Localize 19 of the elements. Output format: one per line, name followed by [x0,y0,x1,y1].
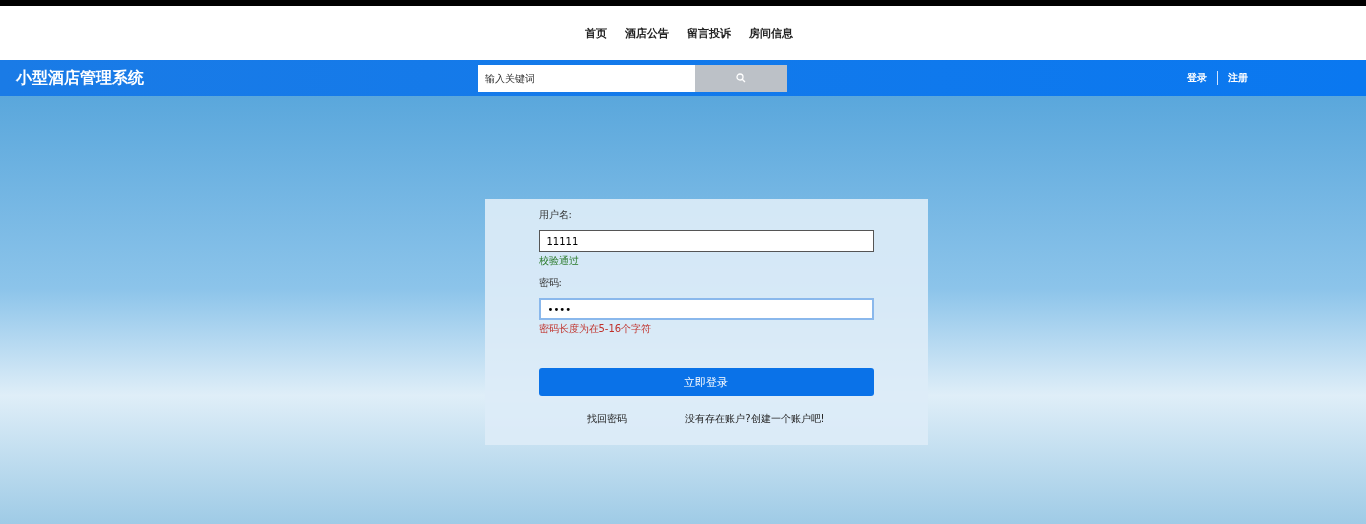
field-label: 用户名: [538,208,572,222]
form-link[interactable]: 没有存在账户?创建一个账户吧! [685,412,825,426]
nav-link[interactable]: 首页 [585,25,607,41]
header-link[interactable]: 注册 [1228,71,1248,85]
input-field[interactable]: •••• [538,298,874,320]
search-button[interactable] [695,64,787,92]
site-title: 小型酒店管理系统 [16,67,145,89]
header-link[interactable]: 登录 [1187,71,1207,85]
login-button[interactable]: 立即登录 [538,368,874,396]
validation-message: 密码长度为在5-16个字符 [538,322,652,336]
validation-message: 校验通过 [538,254,579,268]
form-link[interactable]: 找回密码 [587,412,628,426]
search-field[interactable]: 输入关键词 [478,64,695,92]
search-icon [736,73,746,83]
input-field[interactable]: 11111 [538,230,874,252]
nav-link[interactable]: 酒店公告 [625,25,669,41]
nav-link[interactable]: 房间信息 [749,25,793,41]
nav-link[interactable]: 留言投诉 [687,25,731,41]
field-label: 密码: [538,276,562,290]
